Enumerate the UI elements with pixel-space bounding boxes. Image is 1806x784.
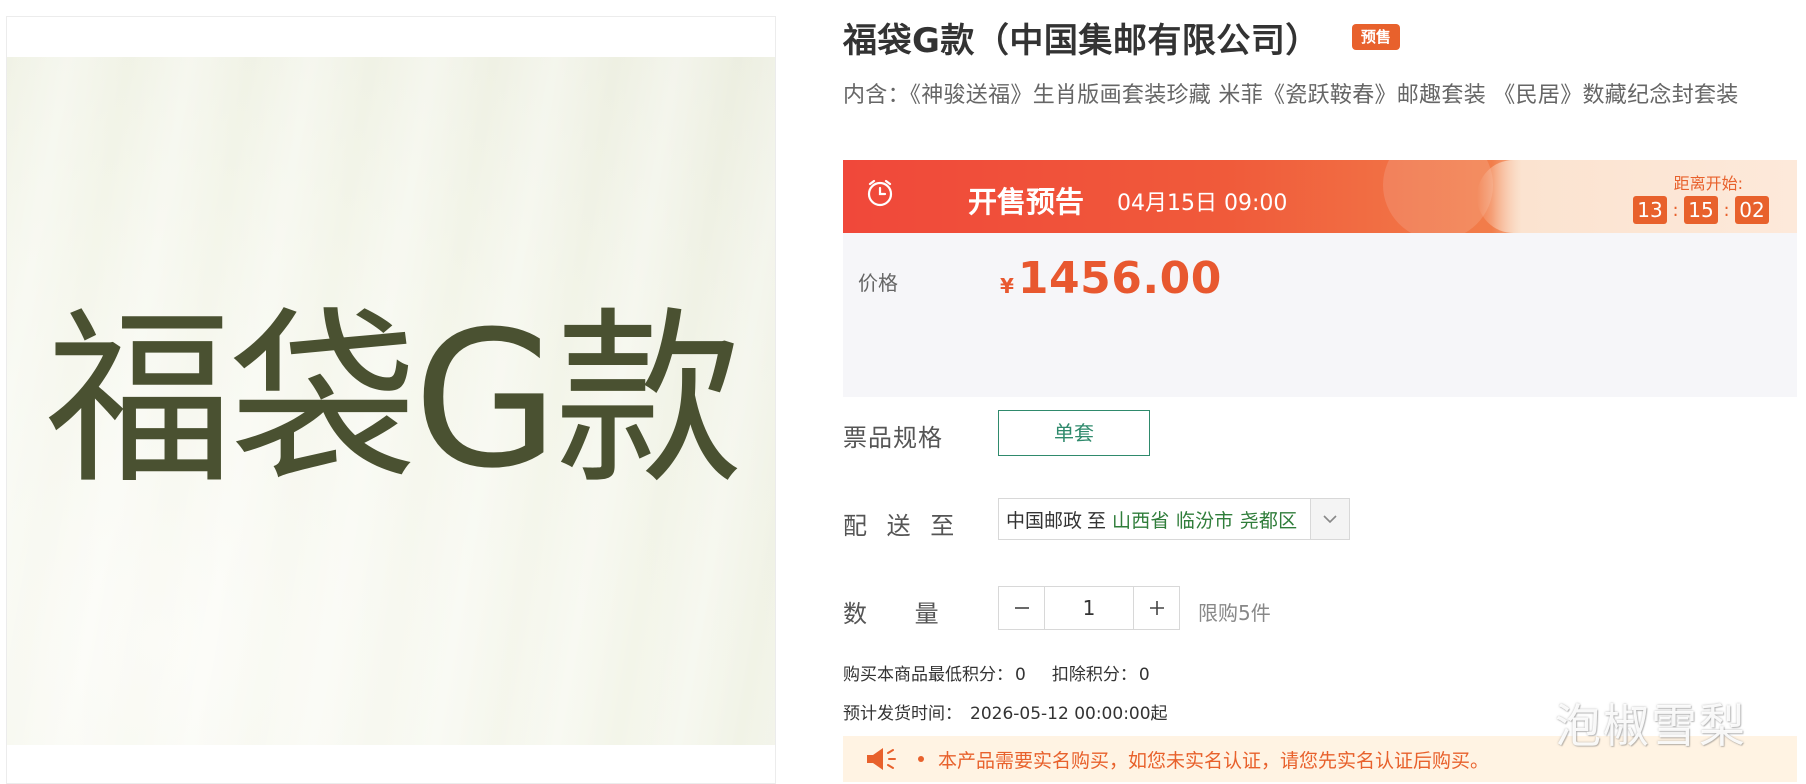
countdown-separator: : <box>1723 199 1730 221</box>
product-image: 福袋G款 <box>7 57 775 745</box>
quantity-decrement-button[interactable] <box>999 587 1045 629</box>
spec-label: 票品规格 <box>843 424 943 452</box>
price-label: 价格 <box>858 271 898 295</box>
min-points-label: 购买本商品最低积分： <box>843 665 1013 685</box>
product-contents: 内含：《神骏送福》生肖版画套装珍藏 米菲《瓷跃鞍春》邮趣套装 《民居》数藏纪念封… <box>843 83 1739 108</box>
ship-date-value: 2026-05-12 00:00:00起 <box>970 704 1168 724</box>
watermark: 泡椒雪梨 <box>1555 699 1747 753</box>
shipping-carrier: 中国邮政 <box>1006 509 1083 532</box>
product-image-frame: 福袋G款 <box>6 16 776 784</box>
notice-bullet <box>918 756 924 762</box>
shipping-to: 至 <box>1087 509 1107 532</box>
points-info: 购买本商品最低积分： 0 扣除积分： 0 <box>843 660 1152 685</box>
countdown-seconds: 02 <box>1735 196 1769 224</box>
product-image-text: 福袋G款 <box>45 291 743 510</box>
plus-icon <box>1149 601 1164 615</box>
price-value: ¥1456.00 <box>1000 253 1222 304</box>
quantity-input[interactable]: 1 <box>1045 587 1133 629</box>
quantity-label: 数 量 <box>843 600 940 628</box>
quantity-stepper: 1 <box>998 586 1180 630</box>
chevron-down-icon[interactable] <box>1310 499 1349 539</box>
megaphone-icon <box>867 748 896 770</box>
notice-text: 本产品需要实名购买，如您未实名认证，请您先实名认证后购买。 <box>938 749 1490 772</box>
price-box: 价格 ¥1456.00 <box>843 233 1797 397</box>
deduct-points-label: 扣除积分： <box>1051 665 1137 685</box>
countdown-timer: 13 : 15 : 02 <box>1633 196 1769 224</box>
countdown-minutes: 15 <box>1684 196 1718 224</box>
presale-banner: 开售预告 04月15日 09:00 距离开始: 13 : 15 : 02 <box>843 160 1797 233</box>
purchase-limit: 限购5件 <box>1198 601 1271 625</box>
spec-option-single-set[interactable]: 单套 <box>998 410 1150 456</box>
shipping-address-select[interactable]: 中国邮政 至 山西省 临汾市 尧都区 <box>998 498 1350 540</box>
presale-label: 开售预告 <box>968 185 1085 219</box>
presale-start-time: 04月15日 09:00 <box>1117 191 1288 216</box>
shipping-label: 配 送 至 <box>843 512 956 540</box>
quantity-increment-button[interactable] <box>1133 587 1179 629</box>
price-currency: ¥ <box>1000 274 1014 298</box>
ship-date-label: 预计发货时间： <box>843 704 962 724</box>
minus-icon <box>1014 607 1029 609</box>
countdown-label: 距离开始: <box>1673 174 1743 193</box>
estimated-ship-date: 预计发货时间： 2026-05-12 00:00:00起 <box>843 699 1168 724</box>
product-title-row: 福袋G款（中国集邮有限公司） 预售 <box>843 14 1400 61</box>
countdown-separator: : <box>1672 199 1679 221</box>
product-title: 福袋G款（中国集邮有限公司） <box>843 20 1320 61</box>
shipping-region: 山西省 临汾市 尧都区 <box>1112 509 1298 532</box>
min-points-value: 0 <box>1015 665 1026 685</box>
alarm-clock-icon <box>867 179 893 207</box>
presale-badge: 预售 <box>1351 24 1400 50</box>
deduct-points-value: 0 <box>1138 665 1150 685</box>
countdown-hours: 13 <box>1633 196 1667 224</box>
price-amount: 1456.00 <box>1017 253 1222 304</box>
